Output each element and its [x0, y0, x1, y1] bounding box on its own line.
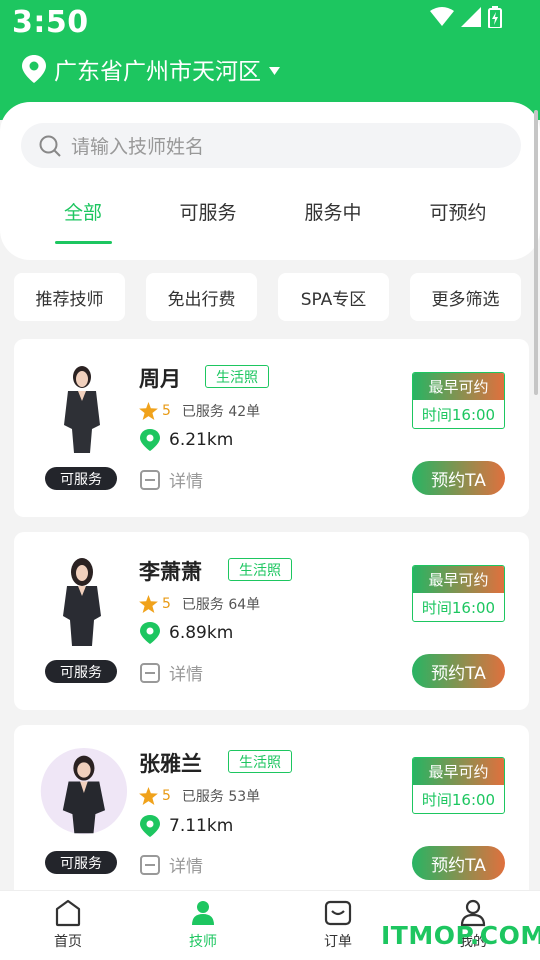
- earliest-availability: 最早可约 时间16:00: [412, 372, 505, 429]
- wifi-icon: [430, 7, 454, 26]
- watermark: ITMOP.COM: [381, 921, 540, 950]
- detail-link[interactable]: 详情: [140, 467, 203, 492]
- detail-label: 详情: [169, 857, 203, 877]
- service-status-badge: 可服务: [45, 467, 117, 490]
- technician-avatar: [40, 747, 128, 835]
- served-count: 已服务 53单: [181, 789, 261, 805]
- detail-icon: [140, 854, 160, 875]
- rating-value: 5: [162, 788, 171, 804]
- book-button[interactable]: 预约TA: [412, 846, 505, 880]
- availability-label: 最早可约: [413, 373, 504, 400]
- star-icon: [139, 787, 158, 805]
- served-count: 已服务 42单: [181, 404, 261, 420]
- life-photo-tag[interactable]: 生活照: [228, 750, 292, 773]
- location-text: 广东省广州市天河区: [54, 59, 261, 85]
- battery-icon: [488, 6, 502, 28]
- status-bar: 3:50: [0, 0, 540, 44]
- search-placeholder: 请输入技师姓名: [71, 136, 205, 158]
- technician-card[interactable]: 可服务 周月 生活照 5 已服务 42单 6.21km 详情 最早可约 时间16…: [14, 339, 529, 517]
- detail-label: 详情: [169, 472, 203, 492]
- technician-avatar: [63, 558, 101, 646]
- filter-more[interactable]: 更多筛选: [410, 273, 521, 321]
- earliest-availability: 最早可约 时间16:00: [412, 757, 505, 814]
- distance-value: 6.21km: [169, 430, 234, 450]
- rating-row: 5 已服务 64单: [139, 594, 260, 614]
- technician-icon: [192, 901, 214, 925]
- service-status-badge: 可服务: [45, 851, 117, 874]
- status-icons: [430, 6, 502, 28]
- search-icon: [39, 135, 61, 157]
- technician-avatar: [64, 366, 100, 453]
- technician-name: 周月: [139, 367, 181, 391]
- life-photo-tag[interactable]: 生活照: [205, 365, 269, 388]
- availability-time: 时间16:00: [421, 406, 496, 424]
- detail-icon: [140, 469, 160, 490]
- tab-available[interactable]: 可服务: [153, 198, 263, 225]
- nav-home[interactable]: 首页: [28, 899, 108, 951]
- distance-value: 6.89km: [169, 623, 234, 643]
- active-tab-indicator: [55, 241, 112, 244]
- nav-technician-label: 技师: [189, 934, 217, 950]
- tab-in-service[interactable]: 服务中: [278, 198, 388, 225]
- tab-all[interactable]: 全部: [28, 198, 138, 225]
- availability-label: 最早可约: [413, 566, 504, 593]
- nav-orders[interactable]: 订单: [298, 899, 378, 951]
- rating-value: 5: [162, 403, 171, 419]
- rating-row: 5 已服务 53单: [139, 786, 260, 806]
- detail-link[interactable]: 详情: [140, 660, 203, 685]
- search-input[interactable]: 请输入技师姓名: [21, 123, 521, 168]
- filter-free-travel[interactable]: 免出行费: [146, 273, 257, 321]
- nav-orders-label: 订单: [324, 934, 352, 950]
- availability-time: 时间16:00: [421, 599, 496, 617]
- home-icon: [55, 899, 81, 927]
- book-button[interactable]: 预约TA: [412, 461, 505, 495]
- filter-spa[interactable]: SPA专区: [278, 273, 389, 321]
- distance-row: 6.21km: [140, 429, 233, 451]
- location-selector[interactable]: 广东省广州市天河区: [22, 52, 280, 86]
- book-button[interactable]: 预约TA: [412, 654, 505, 688]
- scrollbar[interactable]: [534, 110, 538, 395]
- detail-link[interactable]: 详情: [140, 852, 203, 877]
- rating-value: 5: [162, 596, 171, 612]
- star-icon: [139, 595, 158, 613]
- signal-icon: [461, 7, 481, 27]
- technician-name: 张雅兰: [139, 752, 202, 776]
- distance-row: 7.11km: [140, 815, 233, 837]
- availability-time: 时间16:00: [421, 791, 496, 809]
- search-tabs-card: 请输入技师姓名 全部 可服务 服务中 可预约: [0, 102, 540, 260]
- served-count: 已服务 64单: [181, 597, 261, 613]
- tab-bookable[interactable]: 可预约: [403, 198, 513, 225]
- location-pin-icon: [22, 55, 46, 83]
- rating-row: 5 已服务 42单: [139, 401, 260, 421]
- chevron-down-icon: [269, 67, 280, 75]
- star-icon: [139, 402, 158, 420]
- distance-value: 7.11km: [169, 816, 234, 836]
- availability-label: 最早可约: [413, 758, 504, 785]
- earliest-availability: 最早可约 时间16:00: [412, 565, 505, 622]
- location-pin-icon: [140, 622, 160, 644]
- location-pin-icon: [140, 429, 160, 451]
- filter-recommended[interactable]: 推荐技师: [14, 273, 125, 321]
- technician-name: 李萧萧: [139, 560, 202, 584]
- location-pin-icon: [140, 815, 160, 837]
- service-status-badge: 可服务: [45, 660, 117, 683]
- detail-icon: [140, 662, 160, 683]
- nav-technician[interactable]: 技师: [163, 899, 243, 951]
- technician-card[interactable]: 可服务 张雅兰 生活照 5 已服务 53单 7.11km 详情 最早可约 时间1…: [14, 725, 529, 903]
- distance-row: 6.89km: [140, 622, 233, 644]
- nav-home-label: 首页: [54, 934, 82, 950]
- tab-bar: 全部 可服务 服务中 可预约: [0, 198, 540, 238]
- life-photo-tag[interactable]: 生活照: [228, 558, 292, 581]
- detail-label: 详情: [169, 665, 203, 685]
- status-time: 3:50: [12, 5, 89, 40]
- technician-card[interactable]: 可服务 李萧萧 生活照 5 已服务 64单 6.89km 详情 最早可约 时间1…: [14, 532, 529, 710]
- order-icon: [324, 900, 352, 926]
